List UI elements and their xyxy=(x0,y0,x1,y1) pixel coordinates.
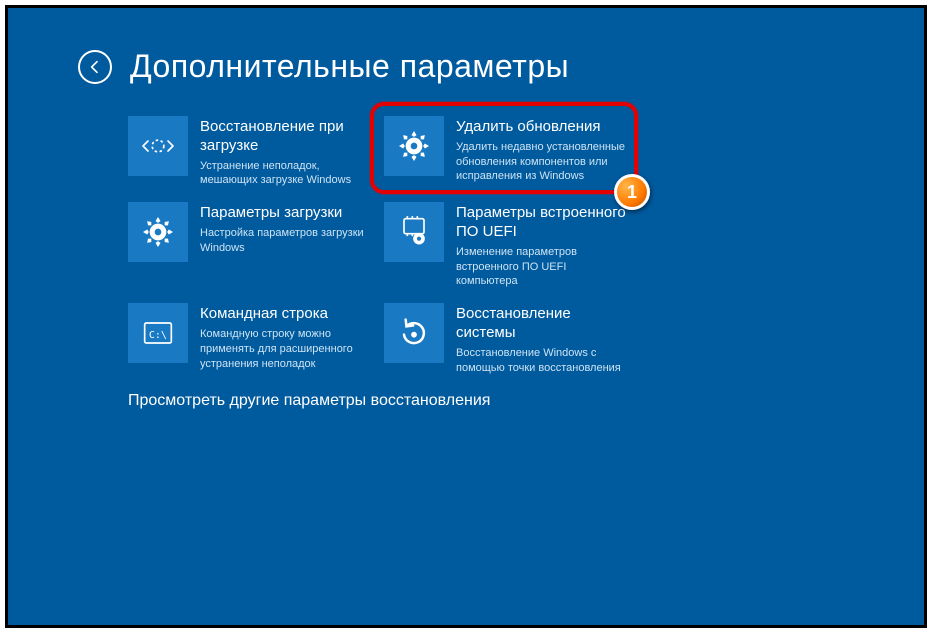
arrow-left-icon xyxy=(87,59,103,75)
tile-desc: Изменение параметров встроенного ПО UEFI… xyxy=(456,245,630,290)
gear-icon xyxy=(384,116,444,176)
tile-desc: Восстановление Windows с помощью точки в… xyxy=(456,346,630,376)
tile-title: Восстановление при загрузке xyxy=(200,118,374,156)
options-grid: Восстановление при загрузке Устранение н… xyxy=(128,116,630,375)
tile-title: Параметры загрузки xyxy=(200,204,374,223)
tile-desc: Устранение неполадок, мешающих загрузке … xyxy=(200,159,374,189)
tile-title: Удалить обновления xyxy=(456,118,630,137)
more-recovery-options-link[interactable]: Просмотреть другие параметры восстановле… xyxy=(128,392,490,410)
tile-uninstall-updates[interactable]: Удалить обновления Удалить недавно устан… xyxy=(384,116,630,188)
tile-title: Восстановление системы xyxy=(456,305,630,343)
tile-desc: Командную строку можно применять для рас… xyxy=(200,327,374,372)
gear-icon xyxy=(128,202,188,262)
recovery-screen: Дополнительные параметры Восстановление … xyxy=(5,5,927,628)
header: Дополнительные параметры xyxy=(78,48,569,85)
svg-text:C:\: C:\ xyxy=(149,330,167,341)
startup-repair-icon xyxy=(128,116,188,176)
tile-title: Командная строка xyxy=(200,305,374,324)
command-prompt-icon: C:\ xyxy=(128,303,188,363)
tile-desc: Настройка параметров загрузки Windows xyxy=(200,226,374,256)
tile-desc: Удалить недавно установленные обновления… xyxy=(456,140,630,185)
tile-uefi-firmware[interactable]: Параметры встроенного ПО UEFI Изменение … xyxy=(384,202,630,289)
restore-icon xyxy=(384,303,444,363)
tile-startup-repair[interactable]: Восстановление при загрузке Устранение н… xyxy=(128,116,374,188)
tile-startup-settings[interactable]: Параметры загрузки Настройка параметров … xyxy=(128,202,374,289)
annotation-marker-1: 1 xyxy=(614,174,650,210)
tile-system-restore[interactable]: Восстановление системы Восстановление Wi… xyxy=(384,303,630,375)
tile-command-prompt[interactable]: C:\ Командная строка Командную строку мо… xyxy=(128,303,374,375)
back-button[interactable] xyxy=(78,50,112,84)
tile-title: Параметры встроенного ПО UEFI xyxy=(456,204,630,242)
page-title: Дополнительные параметры xyxy=(130,48,569,85)
chip-gear-icon xyxy=(384,202,444,262)
